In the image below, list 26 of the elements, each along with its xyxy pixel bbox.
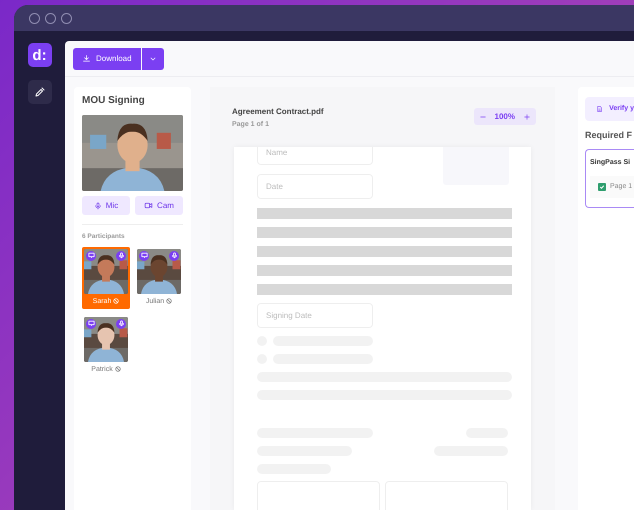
blocked-icon (114, 366, 121, 372)
form-field[interactable]: Name (257, 147, 373, 165)
zoom-level: 100% (494, 110, 516, 122)
camera-button[interactable]: Cam (135, 196, 183, 215)
blocked-icon (113, 298, 120, 304)
video-icon (144, 201, 154, 210)
tool-button[interactable] (28, 80, 52, 104)
download-button[interactable]: Download (73, 48, 141, 70)
dropdown-button[interactable] (142, 48, 164, 70)
blocked-icon (166, 298, 172, 304)
window-control[interactable] (45, 12, 56, 24)
mic-button[interactable]: Mic (82, 196, 130, 215)
document-filename: Agreement Contract.pdf (232, 108, 324, 116)
download-icon (82, 54, 91, 63)
window-control[interactable] (61, 12, 72, 24)
form-field[interactable]: Date (257, 174, 373, 199)
mic-icon (94, 202, 102, 210)
window-control[interactable] (29, 12, 40, 24)
pen-icon (34, 86, 46, 98)
meeting-title: MOU Signing (82, 96, 146, 106)
signing-date-field[interactable]: Signing Date (257, 303, 373, 328)
plus-icon (523, 112, 531, 120)
checkbox[interactable] (598, 183, 606, 191)
section-title: Required F (585, 131, 634, 140)
app-logo[interactable]: d: (28, 43, 52, 67)
document-icon (596, 105, 604, 113)
